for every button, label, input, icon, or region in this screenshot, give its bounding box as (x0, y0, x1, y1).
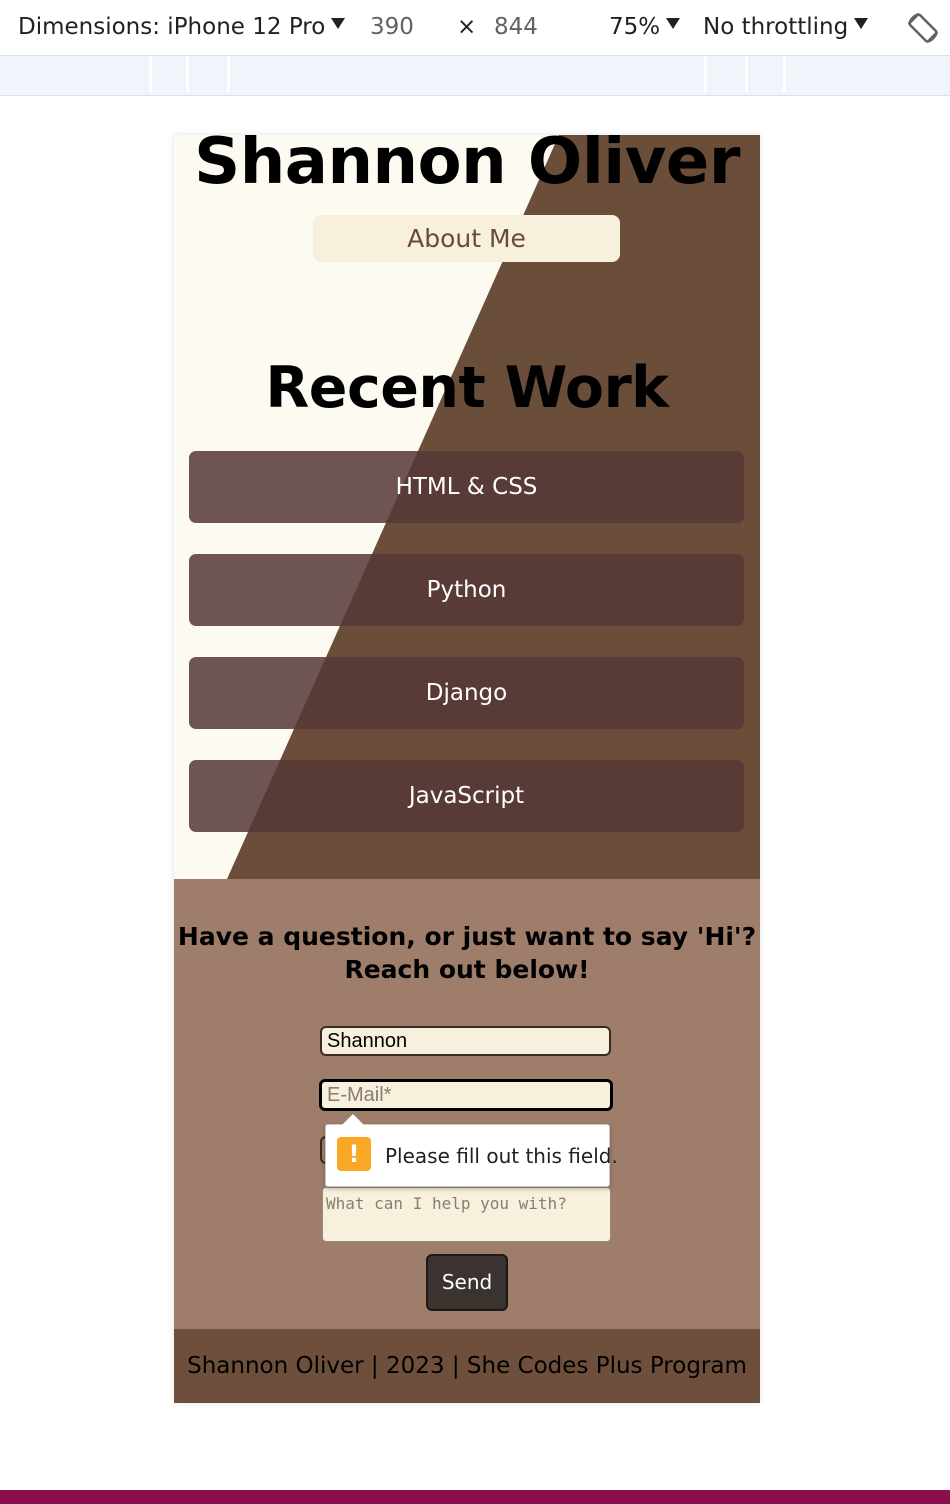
work-button-python[interactable]: Python (189, 554, 744, 626)
ruler-divider (783, 56, 786, 92)
ruler-divider (149, 56, 152, 92)
message-textarea[interactable]: What can I help you with? (322, 1187, 611, 1242)
work-button-html-css[interactable]: HTML & CSS (189, 451, 744, 523)
about-me-button[interactable]: About Me (313, 215, 620, 262)
zoom-dropdown[interactable]: 75% (609, 14, 681, 40)
throttling-dropdown[interactable]: No throttling (703, 14, 869, 40)
devtools-toolbar: Dimensions: iPhone 12 Pro 390 × 844 75% … (0, 0, 950, 56)
site-footer: Shannon Oliver | 2023 | She Codes Plus P… (174, 1329, 760, 1403)
contact-heading-line-2: Reach out below! (344, 955, 590, 984)
name-input[interactable]: Shannon (320, 1026, 611, 1056)
height-input[interactable]: 844 (494, 14, 538, 40)
recent-work-heading: Recent Work (265, 355, 669, 421)
device-viewport: Shannon Oliver About Me Recent Work HTML… (174, 135, 760, 1403)
contact-heading-line-1: Have a question, or just want to say 'Hi… (177, 922, 757, 951)
validation-message: Please fill out this field. (385, 1144, 618, 1168)
site-title: Shannon Oliver (194, 135, 740, 199)
device-dropdown[interactable]: Dimensions: iPhone 12 Pro (18, 14, 346, 40)
chevron-down-icon (331, 18, 346, 29)
zoom-label: 75% (609, 14, 661, 40)
times-icon: × (457, 14, 477, 40)
ruler-divider (745, 56, 748, 92)
width-input[interactable]: 390 (370, 14, 414, 40)
ruler-divider (227, 56, 230, 92)
device-label: Dimensions: iPhone 12 Pro (18, 14, 326, 40)
throttling-label: No throttling (703, 14, 849, 40)
chevron-down-icon (854, 18, 869, 29)
contact-section: Have a question, or just want to say 'Hi… (174, 879, 760, 1329)
warning-icon: ! (337, 1137, 371, 1171)
chevron-down-icon (666, 18, 681, 29)
email-input[interactable]: E-Mail* (319, 1079, 613, 1111)
validation-tooltip: ! Please fill out this field. (325, 1114, 618, 1187)
contact-heading: Have a question, or just want to say 'Hi… (174, 920, 760, 986)
work-button-django[interactable]: Django (189, 657, 744, 729)
ruler-divider (704, 56, 707, 92)
work-button-javascript[interactable]: JavaScript (189, 760, 744, 832)
rotate-icon[interactable] (905, 10, 941, 46)
taskbar-edge (0, 1490, 950, 1504)
ruler-divider (186, 56, 189, 92)
send-button[interactable]: Send (426, 1254, 508, 1311)
tooltip-arrow (342, 1114, 364, 1125)
media-query-ruler[interactable] (0, 56, 950, 96)
